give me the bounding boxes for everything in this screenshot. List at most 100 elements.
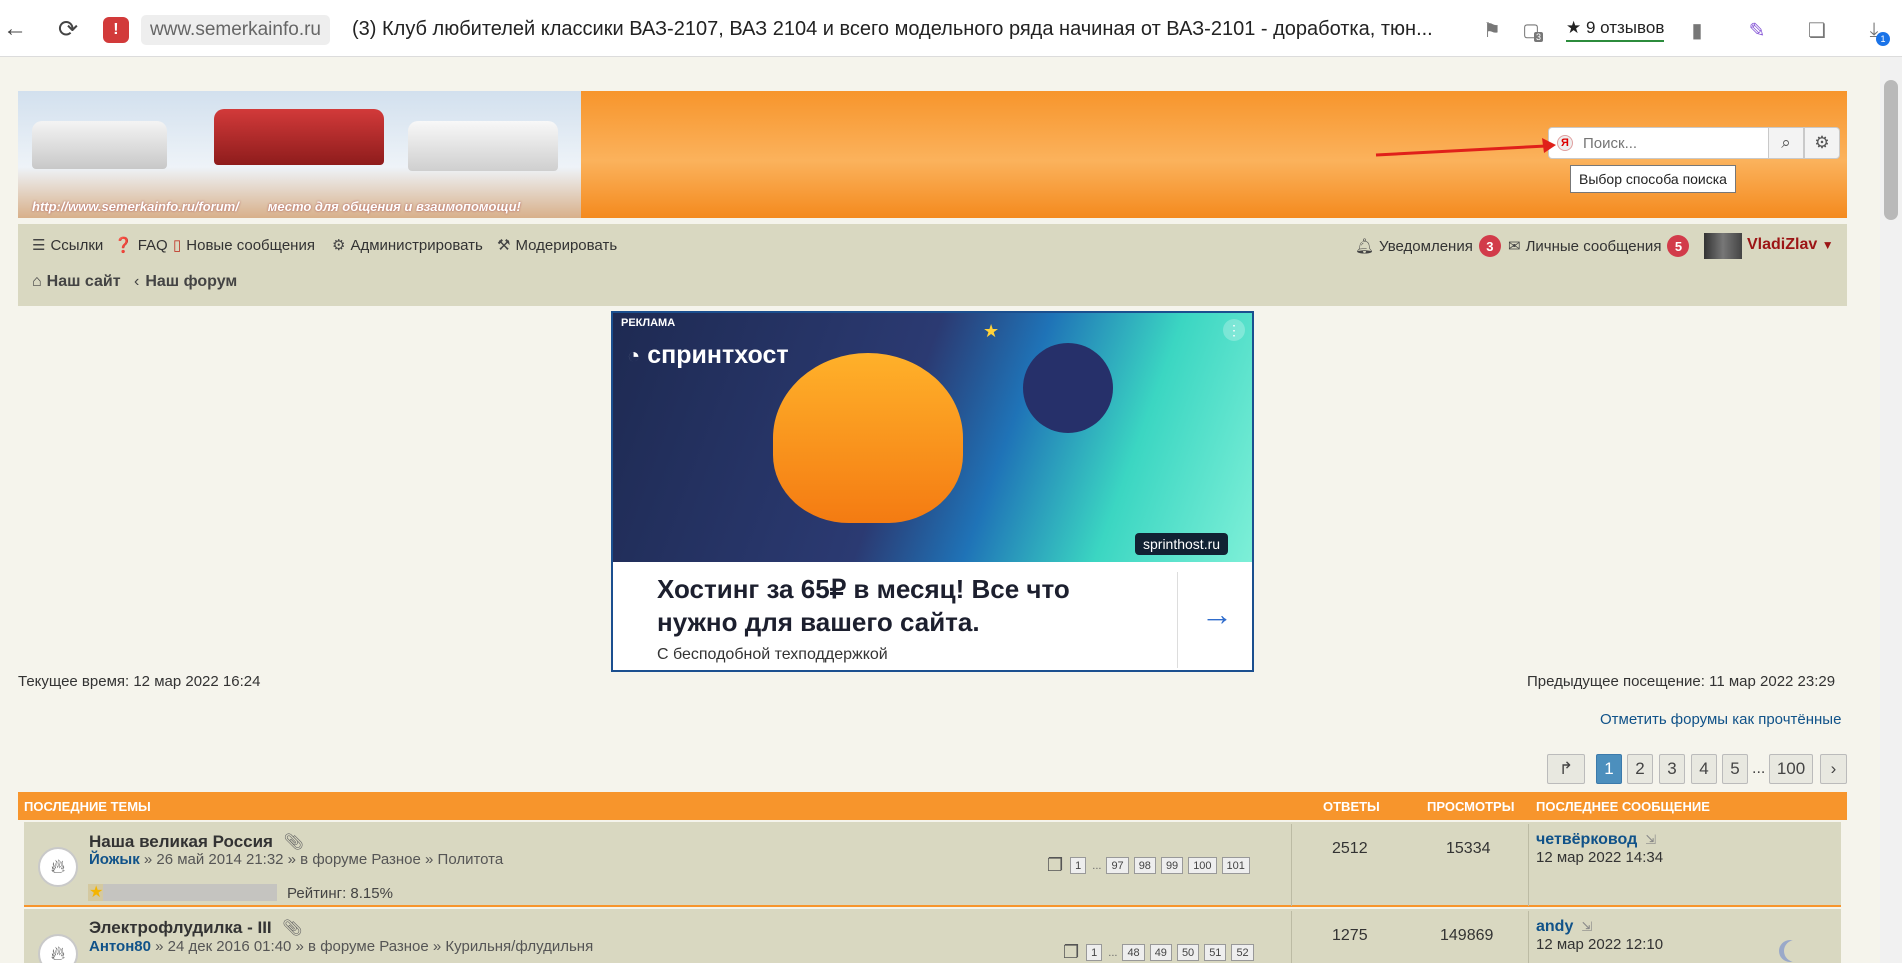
page-1[interactable]: 1: [1596, 754, 1622, 784]
search-box[interactable]: Я: [1548, 127, 1778, 159]
rating-bar: ★: [88, 884, 277, 901]
topic-page[interactable]: 52: [1231, 944, 1254, 961]
sprint-logo-icon: ◔: [627, 343, 641, 368]
tabs-icon[interactable]: ▢ 3: [1517, 16, 1545, 44]
ad-banner[interactable]: ★ ⋮ РЕКЛАМА ◔ спринтхост sprinthost.ru Х…: [611, 311, 1254, 672]
chat-icon[interactable]: ❏: [1803, 16, 1831, 44]
nav-links[interactable]: ☰ Ссылки: [32, 236, 103, 255]
cogs-icon: ⚙: [332, 237, 346, 254]
menu-icon: ☰: [32, 237, 46, 254]
reviews-link[interactable]: ★ 9 отзывов: [1566, 18, 1665, 42]
page-2[interactable]: 2: [1627, 754, 1653, 784]
inbox-icon: ✉: [1508, 238, 1521, 255]
topic-page[interactable]: 99: [1160, 857, 1184, 874]
ad-image[interactable]: ★ ⋮ РЕКЛАМА ◔ спринтхост sprinthost.ru: [613, 313, 1252, 562]
page-100[interactable]: 100: [1769, 754, 1813, 784]
ad-headline[interactable]: Хостинг за 65₽ в месяц! Все что нужно дл…: [657, 573, 1097, 639]
ad-brand: ◔ спринтхост: [627, 341, 789, 369]
search-tooltip: Выбор способа поиска: [1570, 165, 1736, 193]
username-menu[interactable]: VladiZlav ▼: [1747, 236, 1834, 254]
scrollbar-thumb[interactable]: [1884, 80, 1898, 220]
previous-visit: Предыдущее посещение: 11 мар 2022 23:29: [1527, 673, 1836, 690]
ad-subtext: С бесподобной техподдержкой: [657, 646, 888, 663]
download-icon[interactable]: ⤓ 1: [1860, 16, 1890, 46]
topic-page[interactable]: 1: [1086, 944, 1103, 961]
page-5[interactable]: 5: [1722, 754, 1748, 784]
nav-moderate[interactable]: ⚒ Модерировать: [497, 236, 617, 255]
car-image-white: [32, 121, 167, 169]
topic-page[interactable]: 48: [1122, 944, 1145, 961]
search-button[interactable]: ⌕: [1768, 127, 1804, 159]
view-post-icon[interactable]: ⇲: [1645, 832, 1656, 848]
page-ellipsis: ...: [1108, 946, 1118, 959]
feather-icon[interactable]: ✎: [1743, 16, 1771, 44]
topic-title[interactable]: Электрофлудилка - III: [89, 918, 272, 937]
file-icon: ▯: [173, 237, 182, 254]
col-replies: ОТВЕТЫ: [1323, 799, 1380, 814]
address-domain[interactable]: www.semerkainfo.ru: [140, 15, 330, 45]
search-input[interactable]: [1583, 134, 1763, 152]
page-title: (3) Клуб любителей классики ВАЗ-2107, ВА…: [352, 18, 1432, 40]
ad-menu-icon[interactable]: ⋮: [1223, 319, 1245, 341]
topic-title-row: Наша великая Россия 📎︎: [89, 832, 304, 852]
topic-replies: 1275: [1332, 927, 1368, 944]
back-arrow-icon[interactable]: ←: [0, 14, 30, 44]
next-page-button[interactable]: ›: [1820, 754, 1847, 784]
topic-page[interactable]: 100: [1188, 857, 1217, 874]
topic-page[interactable]: 1: [1070, 857, 1087, 874]
breadcrumb-forum[interactable]: ‹ Наш форум: [134, 273, 237, 291]
view-post-icon[interactable]: ⇲: [1581, 919, 1592, 935]
col-views: ПРОСМОТРЫ: [1427, 799, 1515, 814]
hot-topic-icon: 🔥︎: [38, 847, 78, 887]
gavel-icon: ⚒: [497, 237, 511, 254]
page-ellipsis: ...: [1752, 760, 1766, 777]
last-post-author: четвёрковод ⇲: [1536, 831, 1657, 848]
car-image-red: [214, 109, 384, 165]
nav-admin[interactable]: ⚙ Администрировать: [332, 236, 483, 255]
tab-count: 3: [1533, 32, 1543, 42]
col-last-post: ПОСЛЕДНЕЕ СООБЩЕНИЕ: [1536, 799, 1710, 814]
topic-page[interactable]: 49: [1149, 944, 1172, 961]
topic-meta: Йожык » 26 май 2014 21:32 » в форуме Раз…: [89, 851, 504, 868]
address-bar[interactable]: ! www.semerkainfo.ru: [103, 13, 330, 47]
breadcrumb-site[interactable]: ⌂ Наш сайт: [32, 273, 121, 291]
topic-page[interactable]: 98: [1133, 857, 1156, 874]
chevron-right-icon: ›: [1830, 759, 1837, 778]
column-divider: [1528, 911, 1529, 963]
current-time: Текущее время: 12 мар 2022 16:24: [18, 673, 261, 690]
search-settings-button[interactable]: ⚙: [1804, 127, 1840, 159]
caret-down-icon: ▼: [1821, 238, 1834, 252]
ad-label: РЕКЛАМА: [621, 317, 676, 329]
arrow-right-icon[interactable]: →: [1201, 596, 1233, 633]
warning-icon[interactable]: !: [103, 17, 129, 43]
page-4[interactable]: 4: [1691, 754, 1717, 784]
download-count: 1: [1876, 32, 1890, 46]
question-icon: ❓: [114, 237, 133, 254]
attachment-icon: 📎︎: [283, 834, 304, 851]
topic-page[interactable]: 50: [1176, 944, 1200, 961]
avatar[interactable]: [1704, 233, 1742, 259]
jump-to-page-button[interactable]: ↱: [1547, 754, 1585, 784]
gear-icon: ⚙: [1814, 133, 1830, 152]
topic-title[interactable]: Наша великая Россия: [89, 832, 273, 851]
topic-page[interactable]: 101: [1221, 857, 1250, 874]
topic-page[interactable]: 97: [1106, 857, 1129, 874]
translate-icon[interactable]: ⚑: [1478, 16, 1506, 44]
topic-page[interactable]: 51: [1204, 944, 1227, 961]
star-icon: ★: [89, 884, 104, 901]
topic-author[interactable]: Йожык: [89, 851, 140, 868]
nav-notifications[interactable]: 🔔︎ Уведомления 3: [1355, 235, 1501, 257]
cat-illustration: [773, 353, 963, 523]
page-3[interactable]: 3: [1659, 754, 1685, 784]
topic-author[interactable]: Антон80: [89, 938, 151, 955]
reload-icon[interactable]: ⟳: [53, 14, 83, 44]
bookmark-icon[interactable]: ▮: [1683, 16, 1711, 44]
ad-divider: [1177, 572, 1178, 668]
nav-pm[interactable]: ✉ Личные сообщения 5: [1508, 235, 1690, 257]
topic-rating: Рейтинг: 8.15%: [287, 885, 393, 902]
search-icon: ⌕: [1781, 133, 1791, 152]
nav-faq[interactable]: ❓ FAQ: [114, 236, 168, 255]
forum-banner[interactable]: http://www.semerkainfo.ru/forum/ место д…: [18, 91, 581, 218]
nav-new-posts[interactable]: ▯ Новые сообщения: [173, 236, 315, 255]
mark-forums-read-link[interactable]: Отметить форумы как прочтённые: [1600, 711, 1841, 728]
